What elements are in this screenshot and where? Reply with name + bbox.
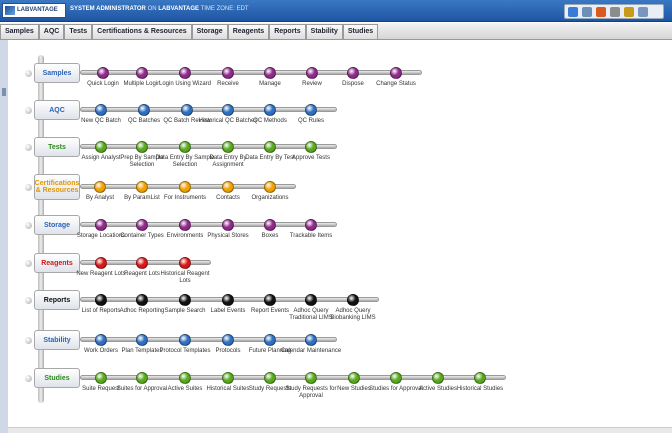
menu-item-ball-icon[interactable] — [222, 181, 234, 193]
menu-item-label: Change Status — [376, 81, 416, 87]
menu-item-ball-icon[interactable] — [179, 372, 191, 384]
menu-item-trackable-items[interactable]: Trackable Items — [280, 219, 342, 240]
menu-item-ball-icon[interactable] — [179, 67, 191, 79]
row-bullet-icon — [25, 375, 32, 382]
menu-item-ball-icon[interactable] — [305, 219, 317, 231]
menu-item-ball-icon[interactable] — [136, 219, 148, 231]
menu-item-label: Trackable Items — [289, 233, 333, 239]
menu-item-ball-icon[interactable] — [95, 334, 107, 346]
menu-item-ball-icon[interactable] — [179, 257, 191, 269]
menu-item-historical-studies[interactable]: Historical Studies — [449, 372, 511, 393]
menu-item-ball-icon[interactable] — [390, 67, 402, 79]
menu-item-ball-icon[interactable] — [136, 294, 148, 306]
menu-item-ball-icon[interactable] — [181, 104, 193, 116]
menu-item-ball-icon[interactable] — [95, 257, 107, 269]
menu-item-ball-icon[interactable] — [136, 141, 148, 153]
menu-item-ball-icon[interactable] — [347, 294, 359, 306]
menu-item-ball-icon[interactable] — [179, 219, 191, 231]
menu-item-ball-icon[interactable] — [264, 219, 276, 231]
row-bullet-icon — [25, 144, 32, 151]
menu-item-ball-icon[interactable] — [222, 141, 234, 153]
left-collapse-strip[interactable] — [0, 40, 8, 433]
menu-item-calendar-maintenance[interactable]: Calendar Maintenance — [280, 334, 342, 355]
menu-item-ball-icon[interactable] — [348, 372, 360, 384]
menu-item-ball-icon[interactable] — [222, 104, 234, 116]
menu-item-ball-icon[interactable] — [474, 372, 486, 384]
menu-item-adhoc-query-biobanking-lims[interactable]: Adhoc Query Biobanking LIMS — [322, 294, 384, 322]
menu-item-ball-icon[interactable] — [95, 104, 107, 116]
menu-item-ball-icon[interactable] — [347, 67, 359, 79]
menu-item-ball-icon[interactable] — [138, 104, 150, 116]
collapse-handle-icon[interactable] — [2, 88, 6, 96]
menu-item-ball-icon[interactable] — [95, 219, 107, 231]
menu-item-ball-icon[interactable] — [264, 294, 276, 306]
menu-item-ball-icon[interactable] — [264, 334, 276, 346]
menu-item-ball-icon[interactable] — [264, 141, 276, 153]
menu-item-ball-icon[interactable] — [222, 67, 234, 79]
row-bullet-icon — [25, 107, 32, 114]
menu-item-ball-icon[interactable] — [179, 334, 191, 346]
menu-item-label: Historical Reagent Lots — [160, 271, 210, 284]
menu-item-label: Historical Studies — [456, 386, 504, 392]
menu-item-label: Adhoc Query Biobanking LIMS — [330, 308, 376, 321]
menu-item-change-status[interactable]: Change Status — [365, 67, 427, 88]
menu-item-ball-icon[interactable] — [264, 104, 276, 116]
menu-item-ball-icon[interactable] — [95, 294, 107, 306]
bottom-strip — [8, 427, 672, 433]
menu-item-ball-icon[interactable] — [136, 372, 148, 384]
row-bullet-icon — [25, 222, 32, 229]
menu-item-organizations[interactable]: Organizations — [239, 181, 301, 202]
menu-item-ball-icon[interactable] — [305, 141, 317, 153]
module-studies: Studies Suite Request Suites for Approval A… — [0, 0, 672, 399]
menu-item-ball-icon[interactable] — [179, 141, 191, 153]
menu-item-ball-icon[interactable] — [136, 257, 148, 269]
menu-item-ball-icon[interactable] — [305, 294, 317, 306]
menu-item-ball-icon[interactable] — [95, 141, 107, 153]
menu-item-ball-icon[interactable] — [222, 294, 234, 306]
row-bullet-icon — [25, 337, 32, 344]
row-bullet-icon — [25, 184, 32, 191]
menu-item-ball-icon[interactable] — [179, 181, 191, 193]
menu-item-approve-tests[interactable]: Approve Tests — [280, 141, 342, 162]
row-bullet-icon — [25, 70, 32, 77]
row-bullet-icon — [25, 297, 32, 304]
menu-item-label: Organizations — [251, 195, 289, 201]
menu-item-ball-icon[interactable] — [264, 181, 276, 193]
menu-item-ball-icon[interactable] — [222, 372, 234, 384]
menu-item-ball-icon[interactable] — [264, 67, 276, 79]
menu-item-ball-icon[interactable] — [179, 294, 191, 306]
menu-item-ball-icon[interactable] — [95, 372, 107, 384]
menu-item-ball-icon[interactable] — [305, 104, 317, 116]
menu-item-ball-icon[interactable] — [222, 219, 234, 231]
menu-item-ball-icon[interactable] — [97, 67, 109, 79]
menu-item-ball-icon[interactable] — [390, 372, 402, 384]
menu-item-qc-rules[interactable]: QC Rules — [280, 104, 342, 125]
menu-item-label: QC Rules — [297, 118, 324, 124]
menu-item-ball-icon[interactable] — [432, 372, 444, 384]
menu-item-label: Approve Tests — [292, 155, 330, 161]
row-bullet-icon — [25, 260, 32, 267]
menu-item-historical-reagent-lots[interactable]: Historical Reagent Lots — [154, 257, 216, 285]
menu-item-ball-icon[interactable] — [222, 334, 234, 346]
menu-item-ball-icon[interactable] — [94, 181, 106, 193]
menu-item-ball-icon[interactable] — [305, 334, 317, 346]
menu-item-label: Calendar Maintenance — [280, 348, 342, 354]
menu-item-ball-icon[interactable] — [136, 334, 148, 346]
menu-item-ball-icon[interactable] — [306, 67, 318, 79]
menu-item-ball-icon[interactable] — [136, 181, 148, 193]
menu-item-ball-icon[interactable] — [136, 67, 148, 79]
menu-item-ball-icon[interactable] — [264, 372, 276, 384]
menu-item-ball-icon[interactable] — [305, 372, 317, 384]
